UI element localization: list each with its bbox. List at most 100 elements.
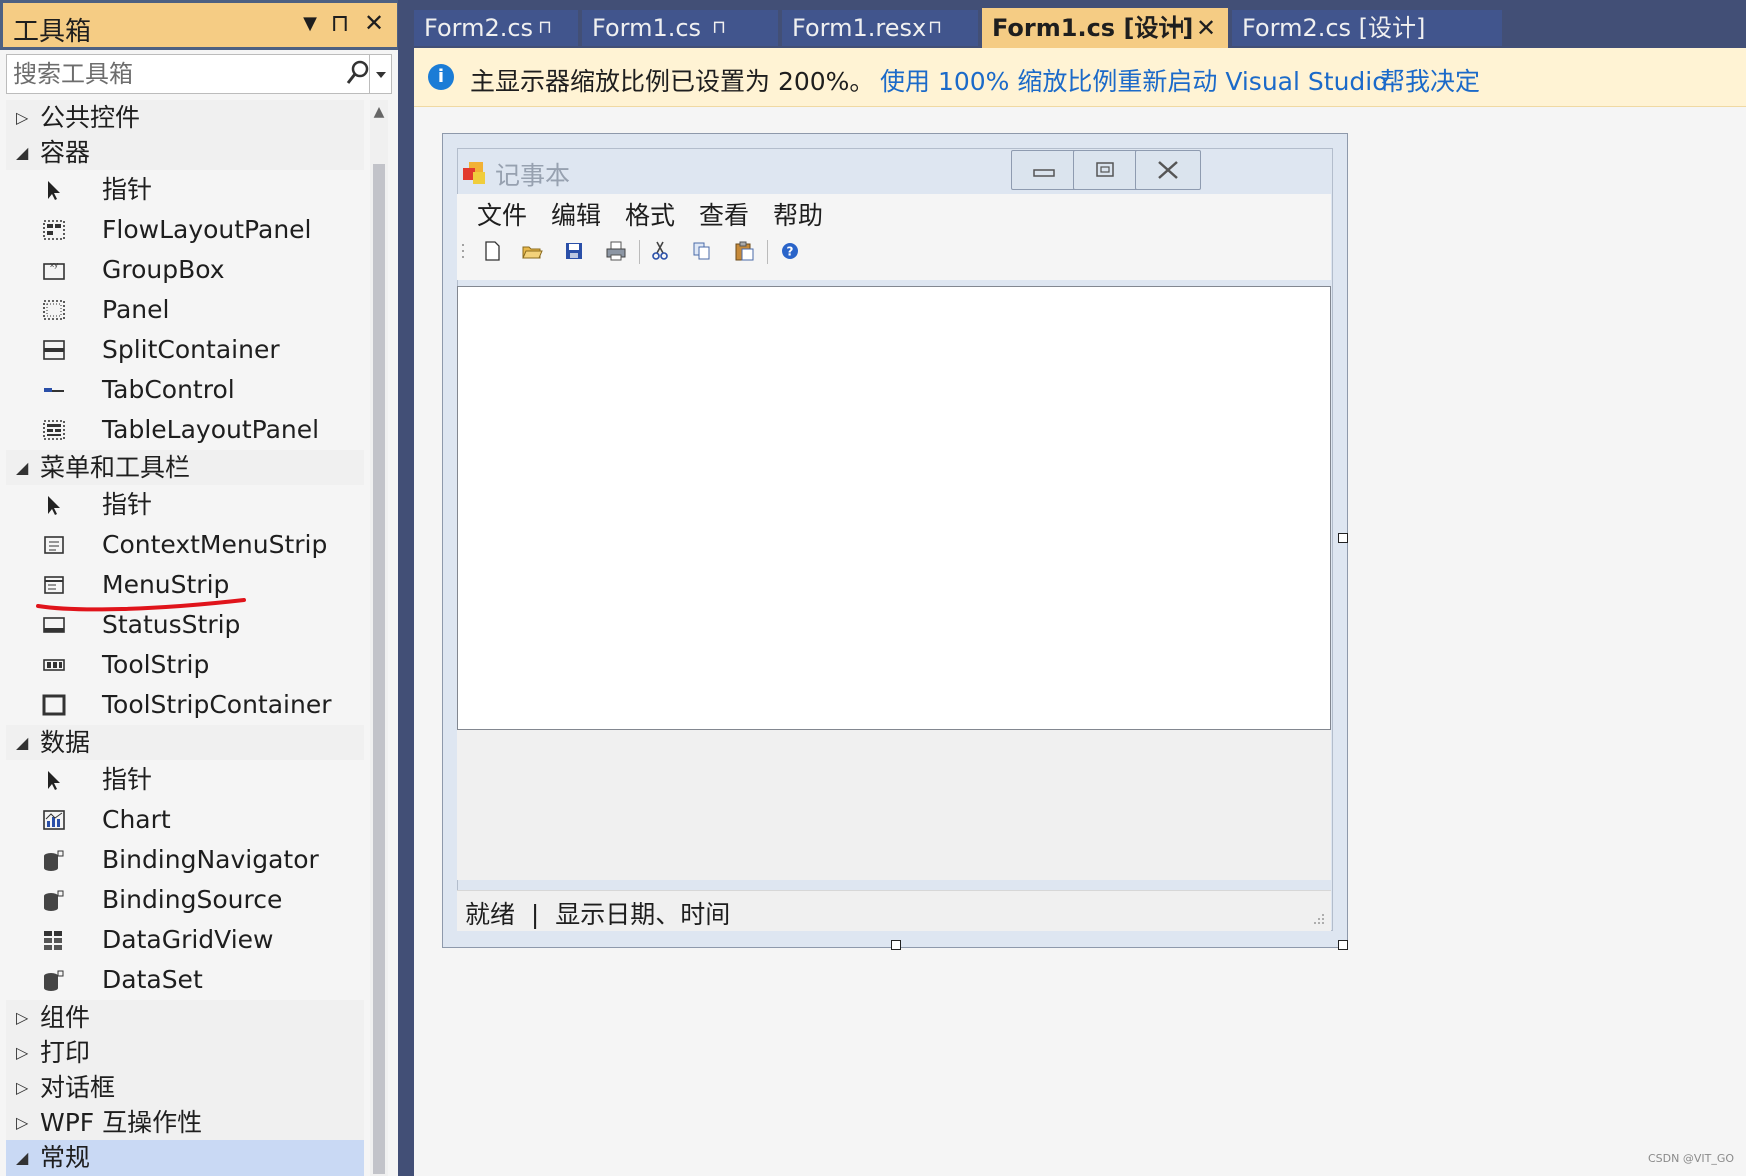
toolbox-close-icon[interactable]: ✕ [359,9,389,37]
toolbox-category[interactable]: ▷ 打印 [6,1035,364,1071]
toolbox-item-label: ToolStrip [102,650,210,679]
pin-icon[interactable]: ⊓ [538,10,552,46]
toolbox-search-input[interactable] [13,57,333,91]
toolbox-category[interactable]: ▷ 组件 [6,1000,364,1036]
collapsed-arrow-icon[interactable]: ▷ [16,1105,28,1141]
cut-icon[interactable] [649,240,671,262]
toolbox-category[interactable]: ▷ WPF 互操作性 [6,1105,364,1141]
toolbox-category[interactable]: ▷ 公共控件 [6,100,364,136]
category-label: 打印 [40,1038,91,1067]
toolbox-item[interactable]: BindingSource [6,880,364,920]
save-icon[interactable] [563,240,585,262]
bindingnavigator-icon [44,850,64,871]
datagridview-icon [44,931,62,950]
copy-icon[interactable] [691,240,713,262]
resize-handle-corner[interactable] [1338,940,1348,950]
toolbox-item[interactable]: Chart [6,800,364,840]
toolbox-item[interactable]: 指针 [6,485,364,525]
tab-form2-design[interactable]: Form2.cs [设计] [1232,10,1502,46]
menu-format[interactable]: 格式 [625,196,675,232]
toolbox-item[interactable]: 指针 [6,170,364,210]
new-icon[interactable] [481,240,503,262]
toolbox-item[interactable]: BindingNavigator [6,840,364,880]
collapsed-arrow-icon[interactable]: ▷ [16,1035,28,1071]
minimize-button[interactable] [1011,150,1077,190]
toolbox-pin-icon[interactable]: ⊓ [325,9,355,37]
toolbox-item[interactable]: xy GroupBox [6,250,364,290]
open-icon[interactable] [521,240,543,262]
expanded-arrow-icon[interactable]: ◢ [16,1140,28,1176]
bindingsource-icon [44,890,64,911]
toolbox-scrollbar[interactable]: ▲ [370,100,388,1176]
close-tab-icon[interactable]: ✕ [1196,8,1216,48]
expanded-arrow-icon[interactable]: ◢ [16,135,28,171]
statusstrip-icon [43,617,65,633]
collapsed-arrow-icon[interactable]: ▷ [16,100,28,136]
maximize-button[interactable] [1073,150,1139,190]
info-bar: i 主显示器缩放比例已设置为 200%。 使用 100% 缩放比例重新启动 Vi… [414,48,1746,107]
text-editor-host [457,286,1331,730]
toolbox-item[interactable]: FlowLayoutPanel [6,210,364,250]
toolbox-item[interactable]: DataSet [6,960,364,1000]
paste-icon[interactable] [733,240,755,262]
scroll-up-icon[interactable]: ▲ [370,104,388,124]
tab-form1-design[interactable]: Form1.cs [设计] ⊣ ✕ [982,8,1228,48]
toolbox-category[interactable]: ◢ 容器 [6,135,364,171]
print-icon[interactable] [605,240,627,262]
toolbox-item-label: DataSet [102,965,203,994]
tab-form2-cs[interactable]: Form2.cs ⊓ [414,10,578,46]
pointer-icon [48,496,60,515]
toolbox-item-label: FlowLayoutPanel [102,215,312,244]
text-editor[interactable] [458,287,1330,729]
designed-form[interactable]: 记事本 文件 编辑 格式 查看 帮助 ? 就绪 | 显示日期、时间 [442,133,1348,950]
pin-icon[interactable]: ⊓ [712,10,726,46]
resize-handle-bottom[interactable] [891,940,901,950]
toolbox-category[interactable]: ◢ 常规 [6,1140,364,1176]
category-label: 公共控件 [40,103,141,132]
scrollbar-thumb[interactable] [373,164,385,1174]
toolstrip-icon [43,659,65,671]
search-icon[interactable] [345,59,369,87]
pin-icon[interactable]: ⊣ [1168,8,1184,48]
toolbox-item-label: Panel [102,295,170,324]
close-button[interactable] [1135,150,1201,190]
toolbox-category[interactable]: ▷ 对话框 [6,1070,364,1106]
pin-icon[interactable]: ⊓ [928,10,942,46]
menu-edit[interactable]: 编辑 [551,196,601,232]
restart-100-link[interactable]: 使用 100% 缩放比例重新启动 Visual Studio [880,62,1388,98]
toolbox-item[interactable]: ContextMenuStrip [6,525,364,565]
toolbox-category[interactable]: ◢ 数据 [6,725,364,761]
toolbox-item[interactable]: TabControl [6,370,364,410]
toolstrip-grip-icon[interactable] [461,242,465,262]
help-icon[interactable]: ? [779,240,801,262]
resize-grip-icon[interactable] [1313,913,1325,925]
toolbox-item[interactable]: Panel [6,290,364,330]
menu-help[interactable]: 帮助 [773,196,823,232]
tab-label: Form1.resx [792,14,927,42]
collapsed-arrow-icon[interactable]: ▷ [16,1000,28,1036]
collapsed-arrow-icon[interactable]: ▷ [16,1070,28,1106]
toolbox-item-label: TableLayoutPanel [102,415,320,444]
menu-view[interactable]: 查看 [699,196,749,232]
contextmenustrip-icon [44,536,64,554]
expanded-arrow-icon[interactable]: ◢ [16,450,28,486]
tab-form1-cs[interactable]: Form1.cs ⊓ [582,10,778,46]
status-label: 就绪 | 显示日期、时间 [465,900,731,929]
tab-form1-resx[interactable]: Form1.resx ⊓ [782,10,978,46]
toolbox-item[interactable]: TableLayoutPanel [6,410,364,450]
splitcontainer-icon [43,340,65,360]
help-me-decide-link[interactable]: 帮我决定 [1380,62,1480,98]
toolbox-dropdown-icon[interactable]: ▼ [295,13,325,34]
menu-file[interactable]: 文件 [477,196,527,232]
expanded-arrow-icon[interactable]: ◢ [16,725,28,761]
toolbox-item[interactable]: SplitContainer [6,330,364,370]
menu-strip: 文件 编辑 格式 查看 帮助 [457,194,1331,232]
panel-splitter[interactable] [398,0,414,1176]
toolbox-item[interactable]: ToolStrip [6,645,364,685]
toolbox-item[interactable]: DataGridView [6,920,364,960]
search-options-dropdown[interactable] [369,55,392,93]
toolbox-item[interactable]: 指针 [6,760,364,800]
toolbox-category[interactable]: ◢ 菜单和工具栏 [6,450,364,486]
resize-handle-right[interactable] [1338,533,1348,543]
toolbox-item[interactable]: ToolStripContainer [6,685,364,725]
